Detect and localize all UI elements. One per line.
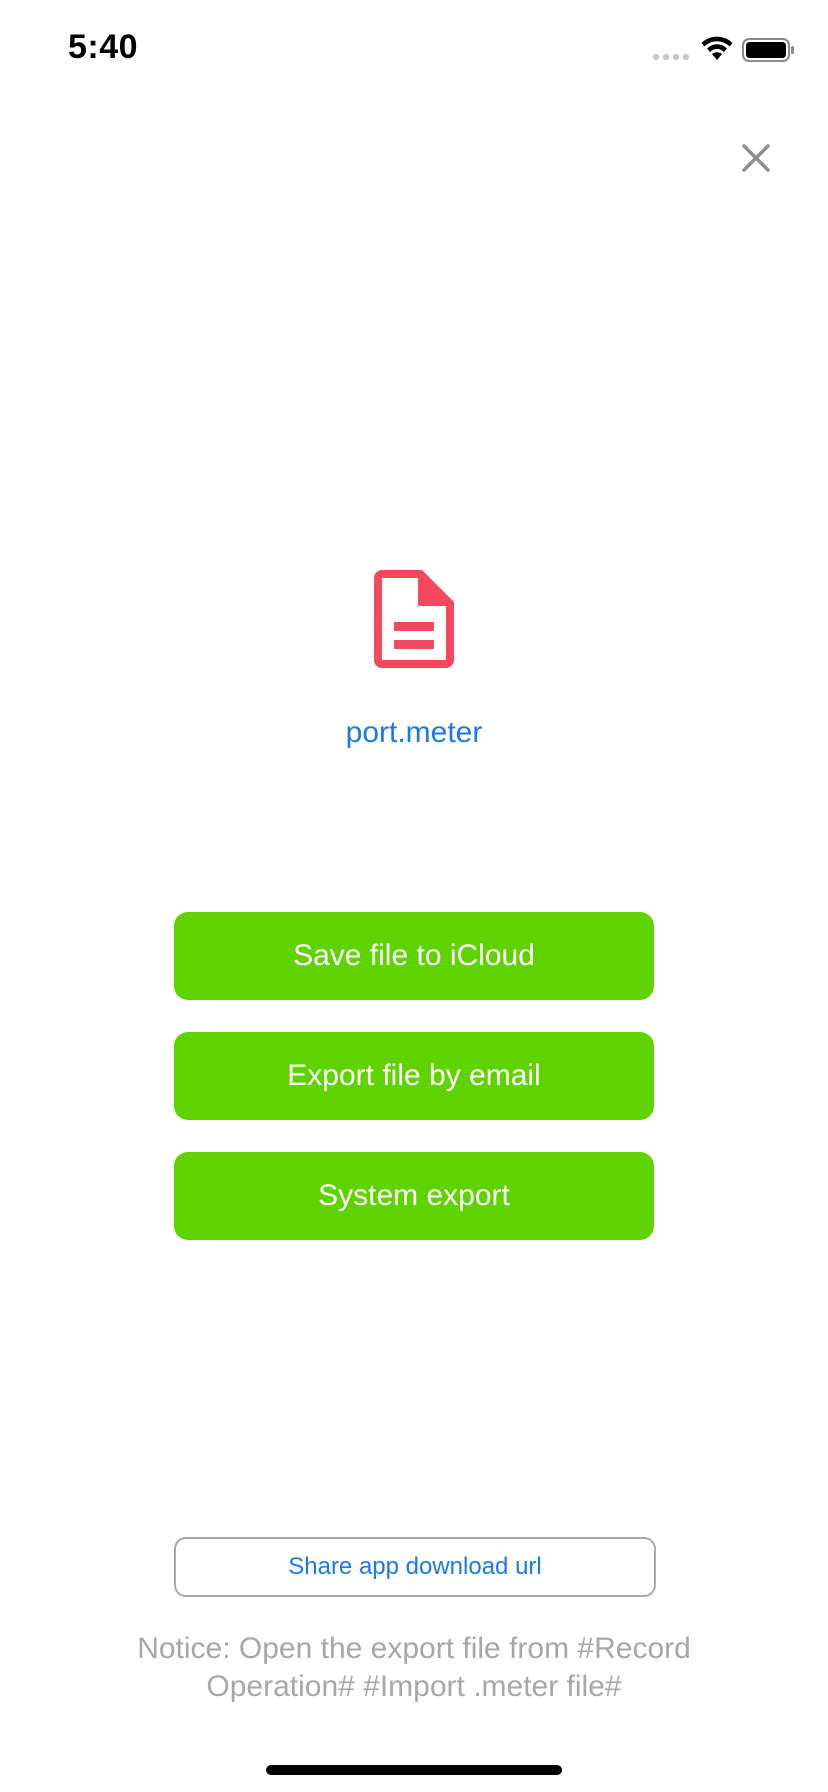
battery-icon: [742, 38, 794, 62]
system-export-label: System export: [318, 1179, 510, 1212]
export-by-email-label: Export file by email: [287, 1059, 541, 1092]
share-app-url-button[interactable]: Share app download url: [174, 1537, 656, 1597]
wifi-icon: [701, 36, 733, 60]
home-indicator: [266, 1765, 562, 1775]
export-by-email-button[interactable]: Export file by email: [174, 1032, 654, 1120]
save-to-icloud-button[interactable]: Save file to iCloud: [174, 912, 654, 1000]
status-time: 5:40: [68, 28, 139, 66]
share-app-url-label: Share app download url: [288, 1553, 542, 1580]
document-icon: [374, 570, 454, 668]
file-name: port.meter: [345, 716, 483, 749]
save-to-icloud-label: Save file to iCloud: [293, 939, 535, 972]
status-bar: 5:40: [0, 0, 828, 100]
cellular-signal-icon: [652, 53, 690, 61]
close-button[interactable]: [734, 136, 778, 180]
system-export-button[interactable]: System export: [174, 1152, 654, 1240]
close-icon: [742, 144, 770, 172]
notice-text: Notice: Open the export file from #Recor…: [137, 1632, 691, 1703]
